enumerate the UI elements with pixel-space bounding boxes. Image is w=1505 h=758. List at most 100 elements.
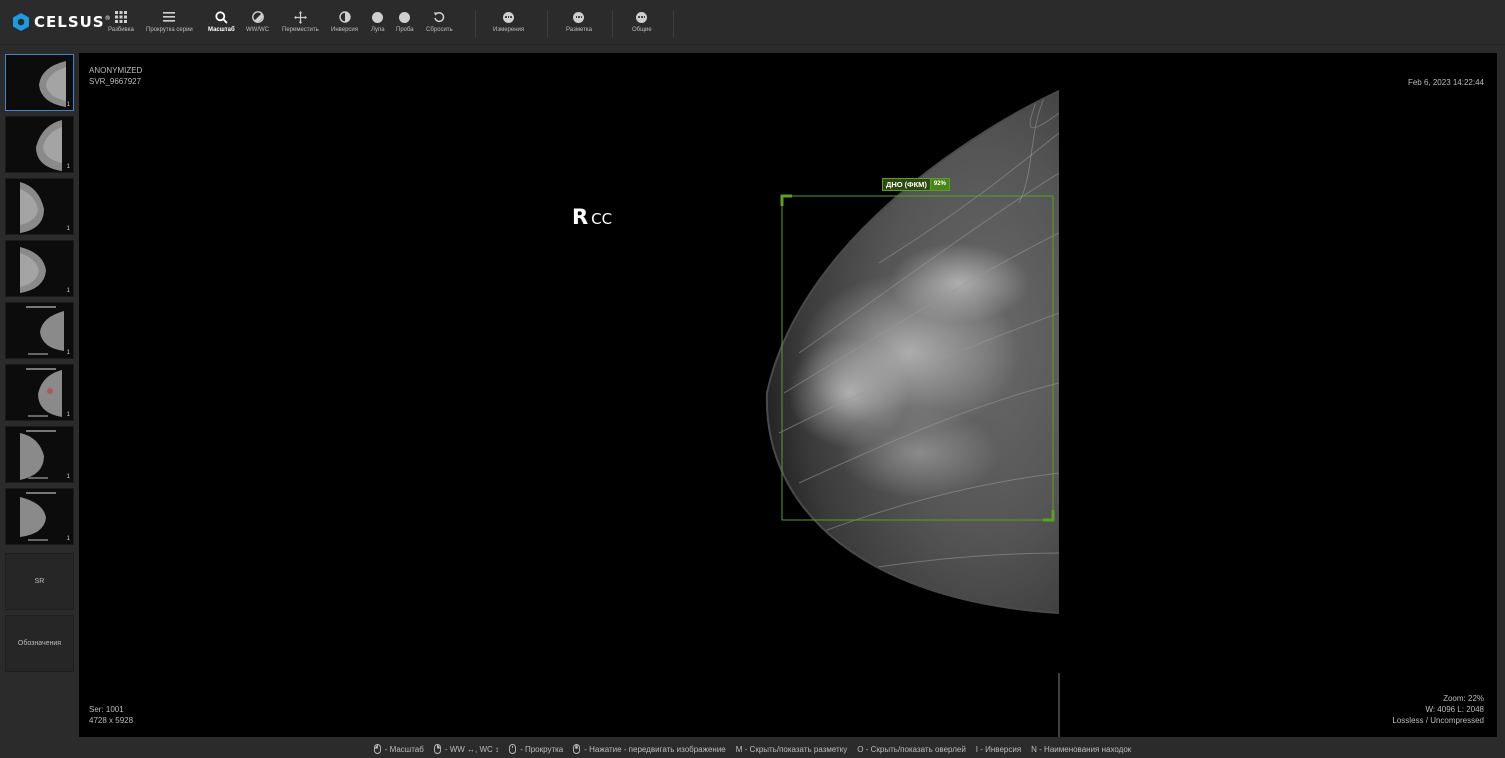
tool-zoom[interactable]: Масштаб	[208, 10, 235, 33]
hint-text: - WW ↔, WC ↕	[444, 744, 500, 754]
view-position: CC	[591, 210, 613, 228]
hint-text: M - Скрыть/показать разметку	[735, 744, 848, 754]
toolbar-divider	[673, 11, 674, 37]
compression-info: Lossless / Uncompressed	[1392, 716, 1484, 725]
zoom-level: Zoom: 22%	[1443, 694, 1484, 703]
hint-text: N - Наименования находок	[1031, 744, 1132, 754]
series-thumbnail[interactable]: 1	[5, 426, 74, 483]
study-datetime: Feb 6, 2023 14:22:44	[1407, 78, 1484, 87]
menu-markup-label: Разметка	[566, 27, 592, 33]
tool-layout[interactable]: Разбивка	[108, 10, 134, 33]
more-icon	[636, 11, 648, 23]
mammogram-thumbnail-icon	[26, 368, 62, 417]
series-thumbnail[interactable]: 1	[5, 54, 74, 111]
tool-magnify-label: Лупа	[371, 27, 385, 33]
thumbnail-image-count: 1	[66, 474, 70, 480]
toolbar-divider	[547, 11, 548, 37]
hint-invert: I - Инверсия	[976, 745, 1021, 754]
series-thumbnail[interactable]: 1	[5, 488, 74, 545]
toolbar-divider	[612, 11, 613, 37]
mouse-left-icon	[373, 744, 381, 754]
tool-pan[interactable]: Переместить	[282, 10, 319, 33]
mammogram-thumbnail-icon	[20, 430, 56, 480]
move-icon	[293, 10, 307, 24]
thumbnail-image-count: 1	[66, 164, 70, 170]
magnifier-icon	[215, 10, 228, 24]
mammogram-thumbnail-icon	[20, 182, 44, 233]
display-overlay: Zoom: 22% W: 4096 L: 2048 Lossless / Unc…	[1392, 693, 1484, 726]
legend-button[interactable]: Обозначения	[5, 615, 74, 672]
tool-wwwc-label: WW/WC	[246, 27, 269, 33]
menu-general[interactable]: Общие	[632, 10, 652, 33]
menu-measurements-label: Измерения	[493, 27, 525, 33]
reset-icon	[434, 12, 445, 23]
tool-wwwc[interactable]: WW/WC	[246, 10, 269, 33]
sr-button[interactable]: SR	[5, 553, 74, 610]
mammogram-thumbnail-icon	[20, 492, 56, 541]
hint-text: I - Инверсия	[975, 744, 1022, 754]
thumbnail-image-count: 1	[66, 350, 70, 356]
laterality: R	[572, 205, 589, 229]
tool-pan-label: Переместить	[282, 27, 319, 33]
series-thumbnail[interactable]: 1	[5, 302, 74, 359]
more-icon	[503, 11, 515, 23]
tool-reset[interactable]: Сбросить	[426, 10, 453, 33]
finding-label[interactable]: ДНО (ФКМ) 92%	[882, 178, 950, 191]
toolbar-divider	[475, 11, 476, 37]
mammogram-thumbnail-icon	[36, 120, 62, 171]
finding-name: ДНО (ФКМ)	[882, 178, 931, 191]
mammogram-thumbnail-icon	[20, 247, 46, 293]
mouse-middle-icon	[573, 744, 581, 754]
patient-overlay: ANONYMIZED SVR_9667927	[89, 65, 142, 87]
list-icon	[163, 12, 176, 22]
thumbnail-image-count: 1	[66, 226, 70, 232]
hint-scroll: - Прокрутка	[509, 744, 563, 754]
menu-measurements[interactable]: Измерения	[493, 10, 524, 33]
tool-scroll-series[interactable]: Прокрутка серии	[146, 10, 193, 33]
mammogram-thumbnail-icon	[26, 306, 64, 355]
series-overlay: Ser: 1001 4728 x 5928	[89, 704, 133, 726]
mammogram-image[interactable]	[79, 53, 1497, 737]
hint-text: O - Скрыть/показать оверлей	[857, 744, 966, 754]
brand-name: CELSUS®	[34, 13, 112, 31]
probe-circle-icon	[399, 11, 411, 23]
celsus-logo: CELSUS®	[12, 12, 112, 32]
image-viewport[interactable]: ANONYMIZED SVR_9667927 Feb 6, 2023 14:22…	[79, 53, 1497, 737]
hint-overlay: O - Скрыть/показать оверлей	[857, 745, 966, 754]
tool-layout-label: Разбивка	[108, 27, 134, 33]
series-number: Ser: 1001	[89, 705, 124, 714]
series-thumbnail[interactable]: 1	[5, 116, 74, 173]
tool-invert-label: Инверсия	[331, 27, 359, 33]
window-level: W: 4096 L: 2048	[1425, 705, 1484, 714]
tool-invert[interactable]: Инверсия	[331, 10, 358, 33]
image-dimensions: 4728 x 5928	[89, 716, 134, 725]
finding-confidence: 92%	[930, 178, 950, 191]
thumbnail-image-count: 1	[66, 102, 70, 108]
thumbnail-image-count: 1	[66, 412, 70, 418]
invert-icon	[338, 11, 351, 23]
more-icon	[573, 11, 585, 23]
series-thumbnail[interactable]: 1	[5, 178, 74, 235]
patient-name: ANONYMIZED	[89, 66, 143, 75]
tool-scroll-label: Прокрутка серии	[146, 27, 193, 33]
menu-general-label: Общие	[632, 27, 652, 33]
mouse-right-icon	[433, 744, 441, 754]
series-thumbnail[interactable]: 1	[5, 240, 74, 297]
tool-probe[interactable]: Проба	[396, 10, 414, 33]
mouse-wheel-icon	[509, 744, 517, 754]
thumbnail-image-count: 1	[66, 536, 70, 542]
study-id: SVR_9667927	[89, 77, 142, 86]
hint-zoom: - Масштаб	[373, 744, 424, 754]
menu-markup[interactable]: Разметка	[566, 10, 592, 33]
toolbar: CELSUS® Разбивка Прокрутка серии Масштаб…	[0, 0, 1505, 45]
tool-zoom-label: Масштаб	[208, 27, 235, 33]
hexagon-logo-icon	[13, 13, 29, 31]
hint-finding-names: N - Наименования находок	[1031, 745, 1131, 754]
tool-magnify[interactable]: Лупа	[371, 10, 385, 33]
hint-wwwc: - WW ↔, WC ↕	[433, 744, 500, 754]
hint-text: - Нажатие - передвигать изображение	[584, 744, 726, 754]
tool-reset-label: Сбросить	[426, 27, 453, 33]
orientation-label: R CC	[572, 205, 612, 229]
shortcut-hint-bar: - Масштаб - WW ↔, WC ↕ - Прокрутка - Наж…	[0, 740, 1505, 758]
series-thumbnail[interactable]: 1	[5, 364, 74, 421]
